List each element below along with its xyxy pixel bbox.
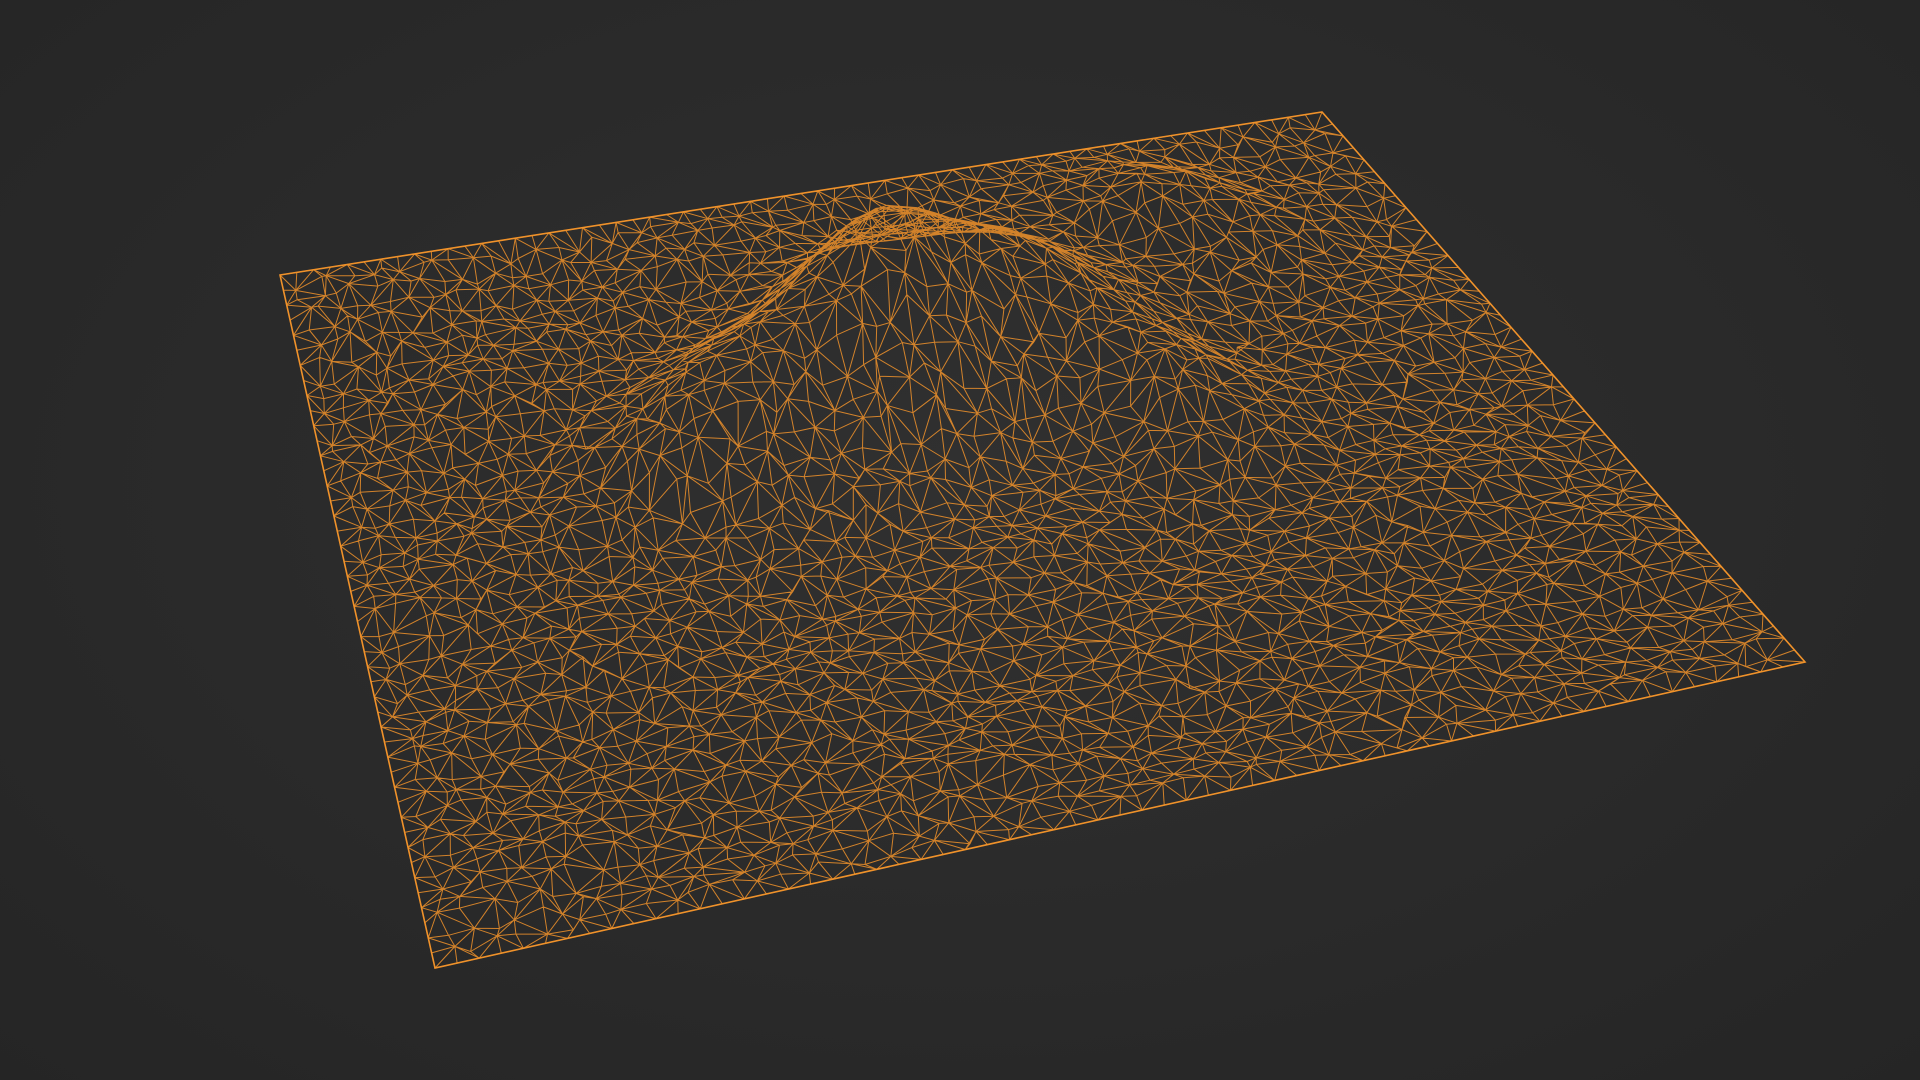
terrain-wireframe (279, 111, 1807, 969)
mesh-edges (279, 111, 1806, 969)
wireframe-edges (279, 111, 1807, 969)
render-viewport (0, 0, 1920, 1080)
